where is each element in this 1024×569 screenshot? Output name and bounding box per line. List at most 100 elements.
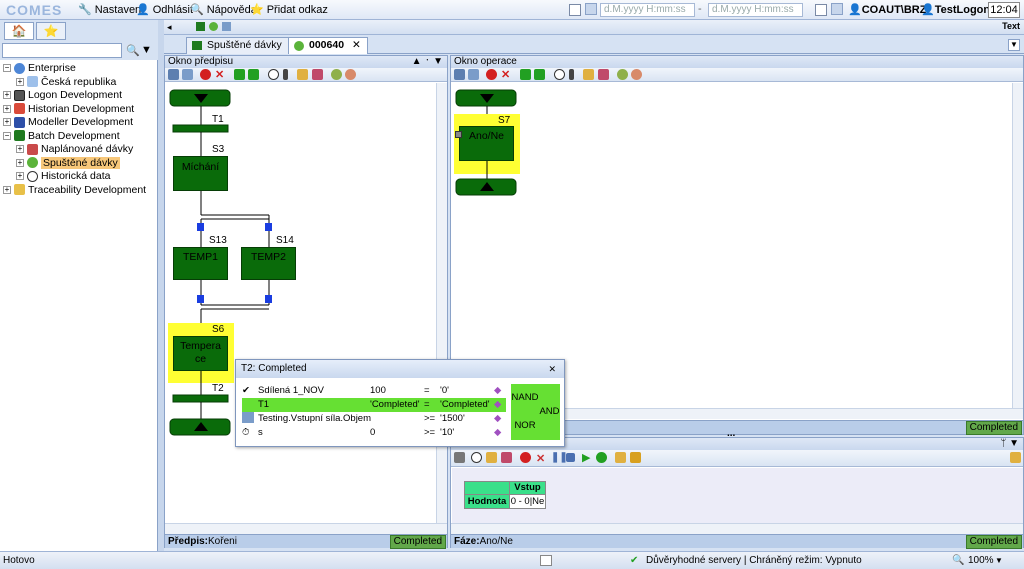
help-button[interactable]: 🔍 Nápověda <box>190 3 257 16</box>
condition-row[interactable]: T1 'Completed' = 'Completed' ◆ <box>242 398 506 412</box>
step-temp2-block[interactable]: TEMP2 <box>241 247 296 280</box>
cursor-icon[interactable] <box>182 69 193 80</box>
condition-row[interactable]: ✔ Sdílená 1_NOV 100 = '0' ◆ <box>242 384 506 398</box>
recipe-horizontal-scrollbar[interactable] <box>165 523 447 534</box>
stop-square-icon[interactable] <box>566 453 575 462</box>
phase-pane-toolbar: ✕ ❚❚ ▶ <box>451 450 1023 467</box>
edit-icon[interactable]: ◆ <box>494 384 501 397</box>
tools-icon[interactable] <box>222 22 231 31</box>
tool-icon[interactable] <box>297 69 308 80</box>
abort-icon[interactable]: ✕ <box>536 452 545 465</box>
stop-icon[interactable] <box>200 69 211 80</box>
eraser-icon[interactable] <box>501 452 512 463</box>
close-icon[interactable]: ✕ <box>548 360 556 378</box>
info-icon[interactable] <box>554 69 565 80</box>
nand-gate: NAND <box>511 384 539 412</box>
calendar-icon[interactable] <box>585 3 597 15</box>
recipe-vertical-scrollbar[interactable] <box>436 83 447 523</box>
tool-icon[interactable] <box>583 69 594 80</box>
layout-icon[interactable] <box>248 69 259 80</box>
filter-icon[interactable]: ▼ <box>141 44 152 56</box>
info-icon[interactable] <box>268 69 279 80</box>
phase-horizontal-scrollbar[interactable] <box>451 523 1023 534</box>
date-to-input[interactable]: d.M.yyyy H:mm:ss <box>708 3 803 17</box>
edit-icon[interactable]: ◆ <box>494 426 501 439</box>
cursor-icon[interactable] <box>468 69 479 80</box>
stop-icon[interactable] <box>486 69 497 80</box>
tree-search-input[interactable] <box>2 43 122 58</box>
confirm-icon[interactable] <box>596 452 607 463</box>
pin-icon[interactable] <box>283 69 288 80</box>
settings-icon[interactable] <box>168 69 179 80</box>
date-to-checkbox[interactable] <box>815 4 827 16</box>
tab-batch-000640[interactable]: 000640 ✕ <box>288 37 368 54</box>
zoom-level[interactable]: 100% <box>968 552 994 569</box>
pin-icon[interactable] <box>569 69 574 80</box>
tab-running-batches[interactable]: Spuštěné dávky <box>186 37 289 54</box>
pane-controls[interactable]: ᛘ ▼ <box>1000 438 1019 450</box>
layout-icon[interactable] <box>520 69 531 80</box>
logout-label: Odhlásit <box>152 4 194 16</box>
step-yes-no-block[interactable]: Ano/Ne <box>459 126 514 161</box>
tree-item-batch-development[interactable]: − Batch Development <box>3 130 120 144</box>
eraser-icon[interactable] <box>312 69 323 80</box>
security-status: Důvěryhodné servery | Chráněný režim: Vy… <box>646 555 862 566</box>
step-s14-label: S14 <box>276 235 294 246</box>
logout-button[interactable]: 👤 Odhlásit <box>136 3 193 16</box>
page-icon[interactable] <box>540 555 552 566</box>
play-icon[interactable]: ▶ <box>582 451 590 464</box>
tree-item-planned-batches[interactable]: + Naplánované dávky <box>16 143 133 157</box>
batch-icon[interactable] <box>196 22 205 31</box>
pencil-icon[interactable] <box>615 452 626 463</box>
tree-item-logon-development[interactable]: + Logon Development <box>3 89 122 103</box>
stop-icon[interactable] <box>520 452 531 463</box>
zoom-icon[interactable]: 🔍 <box>952 552 964 569</box>
condition-row[interactable]: Testing.Vstupní síla.Objem >= '1500' ◆ <box>242 412 506 426</box>
delete-icon[interactable]: ✕ <box>501 68 510 81</box>
transition-t2-label: T2 <box>212 383 224 394</box>
favorites-tab[interactable]: ⭐ <box>36 22 66 40</box>
step-tempering-block[interactable]: Tempera ce <box>173 336 228 371</box>
pin-icon[interactable] <box>1010 452 1021 463</box>
tree-item-running-batches[interactable]: + Spuštěné dávky <box>16 156 120 171</box>
tree-item-historian-development[interactable]: + Historian Development <box>3 103 134 117</box>
settings-button[interactable]: 🔧 Nastavení <box>78 3 144 16</box>
zoom-in-icon[interactable] <box>617 69 628 80</box>
home-tab[interactable]: 🏠 <box>4 22 34 40</box>
tab-list-dropdown[interactable]: ▼ <box>1008 39 1020 51</box>
tool-icon[interactable] <box>486 452 497 463</box>
tree-item-traceability-development[interactable]: + Traceability Development <box>3 184 146 198</box>
back-icon[interactable]: ◂ <box>167 22 172 33</box>
tree-item-enterprise[interactable]: − Enterprise <box>3 62 76 76</box>
layout-icon[interactable] <box>534 69 545 80</box>
tree-item-czech-republic[interactable]: + Česká republika <box>16 76 116 90</box>
add-link-button[interactable]: ⭐ Přidat odkaz <box>250 3 328 16</box>
close-icon[interactable]: ✕ <box>352 39 361 51</box>
zoom-out-icon[interactable] <box>345 69 356 80</box>
condition-row[interactable]: ⏱ s 0 >= '10' ◆ <box>242 426 506 440</box>
refresh-icon[interactable] <box>831 3 843 15</box>
tree-item-modeller-development[interactable]: + Modeller Development <box>3 116 133 130</box>
tree-item-historical-data[interactable]: + Historická data <box>16 170 110 184</box>
search-icon[interactable]: 🔍 <box>126 44 140 57</box>
settings-icon[interactable] <box>454 69 465 80</box>
delete-icon[interactable]: ✕ <box>215 68 224 81</box>
pane-controls[interactable]: ▲ ᛫ ▼ <box>412 56 443 68</box>
edit-icon[interactable]: ◆ <box>494 412 501 425</box>
chevron-down-icon[interactable]: ▼ <box>995 552 1003 569</box>
date-from-input[interactable]: d.M.yyyy H:mm:ss <box>600 3 695 17</box>
date-from-checkbox[interactable] <box>569 4 581 16</box>
edit-icon[interactable] <box>454 452 465 463</box>
step-mixing-block[interactable]: Míchání <box>173 156 228 191</box>
edit-icon[interactable]: ◆ <box>494 398 501 411</box>
step-temp1-block[interactable]: TEMP1 <box>173 247 228 280</box>
zoom-in-icon[interactable] <box>331 69 342 80</box>
key-icon[interactable] <box>630 452 641 463</box>
operation-vertical-scrollbar[interactable] <box>1012 83 1023 408</box>
gear-icon[interactable] <box>209 22 218 31</box>
eraser-icon[interactable] <box>598 69 609 80</box>
step-s7-label: S7 <box>498 115 511 126</box>
layout-icon[interactable] <box>234 69 245 80</box>
zoom-out-icon[interactable] <box>631 69 642 80</box>
info-icon[interactable] <box>471 452 482 463</box>
